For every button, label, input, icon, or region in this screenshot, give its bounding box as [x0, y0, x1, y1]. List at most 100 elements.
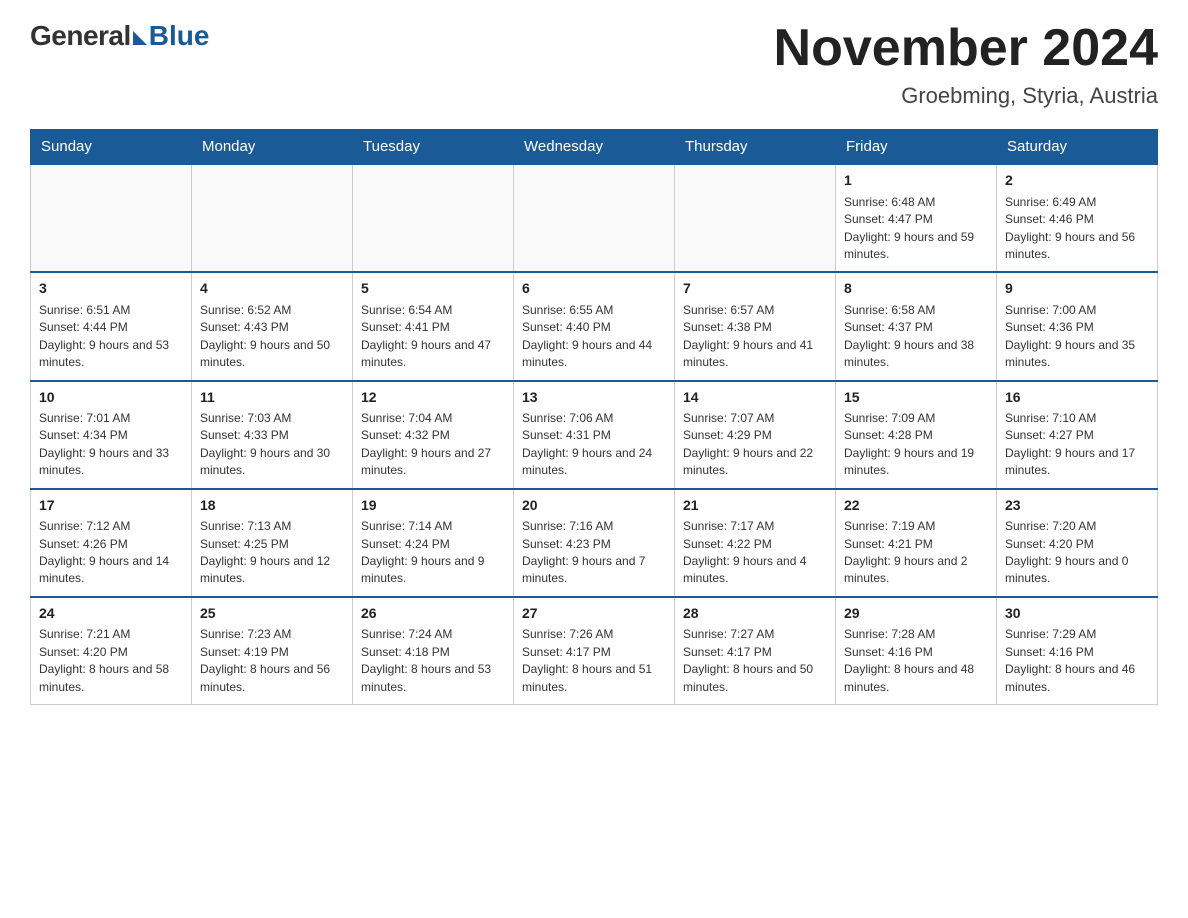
day-number: 28: [683, 604, 827, 624]
day-info: Sunrise: 7:27 AM Sunset: 4:17 PM Dayligh…: [683, 626, 827, 696]
logo-general-text: General: [30, 20, 131, 52]
day-info: Sunrise: 7:13 AM Sunset: 4:25 PM Dayligh…: [200, 518, 344, 588]
day-info: Sunrise: 7:04 AM Sunset: 4:32 PM Dayligh…: [361, 410, 505, 480]
calendar-dow-header: Wednesday: [514, 130, 675, 165]
title-section: November 2024 Groebming, Styria, Austria: [774, 20, 1158, 109]
day-info: Sunrise: 6:52 AM Sunset: 4:43 PM Dayligh…: [200, 302, 344, 372]
logo: General Blue: [30, 20, 209, 52]
calendar-header-row: SundayMondayTuesdayWednesdayThursdayFrid…: [31, 130, 1158, 165]
calendar-day-cell: 8 Sunrise: 6:58 AM Sunset: 4:37 PM Daylig…: [836, 272, 997, 380]
day-info: Sunrise: 7:28 AM Sunset: 4:16 PM Dayligh…: [844, 626, 988, 696]
calendar-day-cell: [675, 164, 836, 272]
calendar-day-cell: 1 Sunrise: 6:48 AM Sunset: 4:47 PM Daylig…: [836, 164, 997, 272]
day-info: Sunrise: 7:21 AM Sunset: 4:20 PM Dayligh…: [39, 626, 183, 696]
calendar-day-cell: 3 Sunrise: 6:51 AM Sunset: 4:44 PM Daylig…: [31, 272, 192, 380]
day-info: Sunrise: 7:00 AM Sunset: 4:36 PM Dayligh…: [1005, 302, 1149, 372]
day-number: 8: [844, 279, 988, 299]
calendar-day-cell: [31, 164, 192, 272]
day-info: Sunrise: 6:54 AM Sunset: 4:41 PM Dayligh…: [361, 302, 505, 372]
day-number: 30: [1005, 604, 1149, 624]
calendar-day-cell: 22Sunrise: 7:19 AM Sunset: 4:21 PM Dayli…: [836, 489, 997, 597]
calendar-week-row: 1 Sunrise: 6:48 AM Sunset: 4:47 PM Daylig…: [31, 164, 1158, 272]
calendar-dow-header: Tuesday: [353, 130, 514, 165]
day-number: 22: [844, 496, 988, 516]
calendar-day-cell: 23Sunrise: 7:20 AM Sunset: 4:20 PM Dayli…: [997, 489, 1158, 597]
day-info: Sunrise: 7:20 AM Sunset: 4:20 PM Dayligh…: [1005, 518, 1149, 588]
day-number: 15: [844, 388, 988, 408]
calendar-dow-header: Saturday: [997, 130, 1158, 165]
calendar-day-cell: 15Sunrise: 7:09 AM Sunset: 4:28 PM Dayli…: [836, 381, 997, 489]
day-number: 18: [200, 496, 344, 516]
calendar-day-cell: [514, 164, 675, 272]
day-info: Sunrise: 6:49 AM Sunset: 4:46 PM Dayligh…: [1005, 194, 1149, 264]
location-title: Groebming, Styria, Austria: [774, 83, 1158, 109]
day-number: 20: [522, 496, 666, 516]
day-number: 5: [361, 279, 505, 299]
day-info: Sunrise: 7:29 AM Sunset: 4:16 PM Dayligh…: [1005, 626, 1149, 696]
month-year-title: November 2024: [774, 20, 1158, 77]
day-number: 4: [200, 279, 344, 299]
calendar-day-cell: 29Sunrise: 7:28 AM Sunset: 4:16 PM Dayli…: [836, 597, 997, 705]
day-number: 25: [200, 604, 344, 624]
day-info: Sunrise: 7:03 AM Sunset: 4:33 PM Dayligh…: [200, 410, 344, 480]
calendar-dow-header: Thursday: [675, 130, 836, 165]
day-number: 21: [683, 496, 827, 516]
day-info: Sunrise: 7:19 AM Sunset: 4:21 PM Dayligh…: [844, 518, 988, 588]
calendar-day-cell: 17Sunrise: 7:12 AM Sunset: 4:26 PM Dayli…: [31, 489, 192, 597]
day-number: 3: [39, 279, 183, 299]
day-info: Sunrise: 7:23 AM Sunset: 4:19 PM Dayligh…: [200, 626, 344, 696]
calendar-table: SundayMondayTuesdayWednesdayThursdayFrid…: [30, 129, 1158, 705]
calendar-day-cell: 2 Sunrise: 6:49 AM Sunset: 4:46 PM Daylig…: [997, 164, 1158, 272]
day-number: 23: [1005, 496, 1149, 516]
day-number: 16: [1005, 388, 1149, 408]
calendar-day-cell: 5 Sunrise: 6:54 AM Sunset: 4:41 PM Daylig…: [353, 272, 514, 380]
day-number: 11: [200, 388, 344, 408]
day-number: 14: [683, 388, 827, 408]
calendar-day-cell: 25Sunrise: 7:23 AM Sunset: 4:19 PM Dayli…: [192, 597, 353, 705]
day-info: Sunrise: 7:07 AM Sunset: 4:29 PM Dayligh…: [683, 410, 827, 480]
day-info: Sunrise: 6:58 AM Sunset: 4:37 PM Dayligh…: [844, 302, 988, 372]
calendar-day-cell: 18Sunrise: 7:13 AM Sunset: 4:25 PM Dayli…: [192, 489, 353, 597]
day-number: 12: [361, 388, 505, 408]
calendar-day-cell: [192, 164, 353, 272]
calendar-week-row: 3 Sunrise: 6:51 AM Sunset: 4:44 PM Daylig…: [31, 272, 1158, 380]
day-info: Sunrise: 7:26 AM Sunset: 4:17 PM Dayligh…: [522, 626, 666, 696]
calendar-week-row: 10Sunrise: 7:01 AM Sunset: 4:34 PM Dayli…: [31, 381, 1158, 489]
calendar-day-cell: 21Sunrise: 7:17 AM Sunset: 4:22 PM Dayli…: [675, 489, 836, 597]
calendar-day-cell: 6Sunrise: 6:55 AM Sunset: 4:40 PM Daylig…: [514, 272, 675, 380]
calendar-day-cell: 28Sunrise: 7:27 AM Sunset: 4:17 PM Dayli…: [675, 597, 836, 705]
calendar-day-cell: [353, 164, 514, 272]
day-number: 26: [361, 604, 505, 624]
day-number: 24: [39, 604, 183, 624]
day-info: Sunrise: 7:09 AM Sunset: 4:28 PM Dayligh…: [844, 410, 988, 480]
day-info: Sunrise: 7:06 AM Sunset: 4:31 PM Dayligh…: [522, 410, 666, 480]
calendar-day-cell: 16Sunrise: 7:10 AM Sunset: 4:27 PM Dayli…: [997, 381, 1158, 489]
calendar-day-cell: 26Sunrise: 7:24 AM Sunset: 4:18 PM Dayli…: [353, 597, 514, 705]
day-info: Sunrise: 7:24 AM Sunset: 4:18 PM Dayligh…: [361, 626, 505, 696]
day-number: 19: [361, 496, 505, 516]
day-number: 2: [1005, 171, 1149, 191]
calendar-dow-header: Monday: [192, 130, 353, 165]
logo-triangle-icon: [133, 31, 147, 45]
day-info: Sunrise: 7:01 AM Sunset: 4:34 PM Dayligh…: [39, 410, 183, 480]
calendar-dow-header: Friday: [836, 130, 997, 165]
day-info: Sunrise: 6:48 AM Sunset: 4:47 PM Dayligh…: [844, 194, 988, 264]
page-header: General Blue November 2024 Groebming, St…: [30, 20, 1158, 109]
calendar-dow-header: Sunday: [31, 130, 192, 165]
day-info: Sunrise: 6:51 AM Sunset: 4:44 PM Dayligh…: [39, 302, 183, 372]
calendar-day-cell: 30Sunrise: 7:29 AM Sunset: 4:16 PM Dayli…: [997, 597, 1158, 705]
day-number: 1: [844, 171, 988, 191]
calendar-day-cell: 14Sunrise: 7:07 AM Sunset: 4:29 PM Dayli…: [675, 381, 836, 489]
calendar-week-row: 24Sunrise: 7:21 AM Sunset: 4:20 PM Dayli…: [31, 597, 1158, 705]
calendar-day-cell: 19Sunrise: 7:14 AM Sunset: 4:24 PM Dayli…: [353, 489, 514, 597]
calendar-day-cell: 11Sunrise: 7:03 AM Sunset: 4:33 PM Dayli…: [192, 381, 353, 489]
day-number: 7: [683, 279, 827, 299]
day-number: 10: [39, 388, 183, 408]
calendar-day-cell: 27Sunrise: 7:26 AM Sunset: 4:17 PM Dayli…: [514, 597, 675, 705]
calendar-day-cell: 9 Sunrise: 7:00 AM Sunset: 4:36 PM Daylig…: [997, 272, 1158, 380]
day-number: 27: [522, 604, 666, 624]
day-number: 17: [39, 496, 183, 516]
day-number: 9: [1005, 279, 1149, 299]
calendar-week-row: 17Sunrise: 7:12 AM Sunset: 4:26 PM Dayli…: [31, 489, 1158, 597]
calendar-day-cell: 20Sunrise: 7:16 AM Sunset: 4:23 PM Dayli…: [514, 489, 675, 597]
